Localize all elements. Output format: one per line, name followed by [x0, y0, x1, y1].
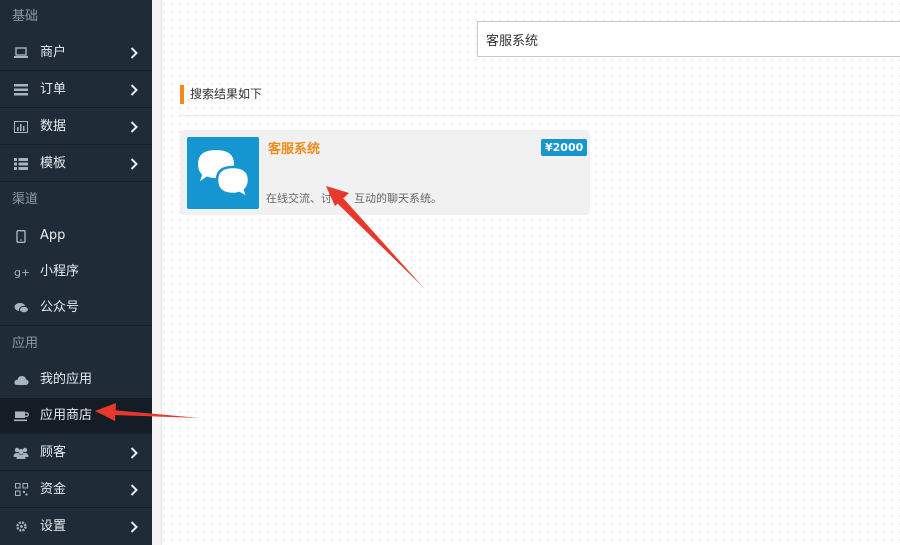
group-title-basic: 基础 [12, 9, 39, 24]
users-icon [12, 434, 30, 471]
google-plus-icon: g+ [12, 254, 30, 290]
bar-chart-icon [12, 108, 30, 145]
results-heading: 搜索结果如下 [180, 85, 262, 104]
sidebar-item-label: 资金 [40, 482, 67, 497]
sidebar-item-label: 应用商店 [40, 408, 93, 423]
chat-bubbles-icon [12, 290, 30, 326]
sidebar-item-label: 数据 [40, 119, 67, 134]
chevron-right-icon [130, 34, 138, 71]
group-title-channel: 渠道 [12, 192, 39, 207]
sidebar-item-customers[interactable]: 顾客 [0, 434, 152, 471]
app-card-description: 在线交流、讨论、互动的聊天系统。 [266, 192, 442, 205]
sidebar-item-merchants[interactable]: 商户 [0, 34, 152, 71]
cloud-icon [12, 362, 30, 398]
chevron-right-icon [130, 471, 138, 508]
sidebar-item-settings[interactable]: 设置 [0, 508, 152, 545]
sidebar-item-label: 顾客 [40, 445, 67, 460]
chevron-right-icon [130, 71, 138, 108]
chat-bubbles-icon [187, 137, 259, 209]
sidebar-item-templates[interactable]: 模板 [0, 145, 152, 182]
sidebar-item-app-store[interactable]: 应用商店 [0, 398, 152, 434]
chevron-right-icon [130, 508, 138, 545]
qrcode-icon [12, 471, 30, 508]
sidebar-item-label: 小程序 [40, 264, 80, 279]
sidebar-item-label: App [40, 228, 66, 243]
sidebar-item-label: 商户 [40, 45, 67, 60]
sidebar-item-label: 公众号 [40, 300, 80, 315]
sidebar: 基础 商户 订单 数据 模板 渠道 App g+ 小程序 公众号 应用 我的应用… [0, 0, 152, 545]
sidebar-item-my-apps[interactable]: 我的应用 [0, 362, 152, 398]
app-card-title[interactable]: 客服系统 [268, 138, 320, 157]
search-input[interactable] [477, 21, 900, 57]
app-card[interactable]: 客服系统 ¥2000 在线交流、讨论、互动的聊天系统。 [180, 130, 590, 215]
sidebar-item-mini-program[interactable]: g+ 小程序 [0, 254, 152, 290]
sidebar-item-label: 订单 [40, 82, 67, 97]
gear-icon [12, 508, 30, 545]
chevron-right-icon [130, 108, 138, 145]
coffee-cup-icon [12, 398, 30, 434]
chevron-right-icon [130, 434, 138, 471]
list-icon [12, 71, 30, 108]
tablet-icon [12, 218, 30, 254]
group-title-apps: 应用 [12, 336, 39, 351]
svg-text:g+: g+ [14, 266, 29, 278]
sidebar-item-official-account[interactable]: 公众号 [0, 290, 152, 326]
laptop-icon [12, 34, 30, 71]
chevron-right-icon [130, 145, 138, 182]
section-divider [180, 115, 900, 116]
sidebar-item-label: 我的应用 [40, 372, 93, 387]
sidebar-divider [152, 0, 162, 545]
price-badge: ¥2000 [541, 139, 588, 156]
sidebar-item-label: 设置 [40, 519, 67, 534]
sidebar-item-orders[interactable]: 订单 [0, 71, 152, 108]
sidebar-item-app[interactable]: App [0, 218, 152, 254]
sidebar-item-label: 模板 [40, 156, 67, 171]
grid-list-icon [12, 145, 30, 182]
sidebar-item-data[interactable]: 数据 [0, 108, 152, 145]
sidebar-item-funds[interactable]: 资金 [0, 471, 152, 508]
